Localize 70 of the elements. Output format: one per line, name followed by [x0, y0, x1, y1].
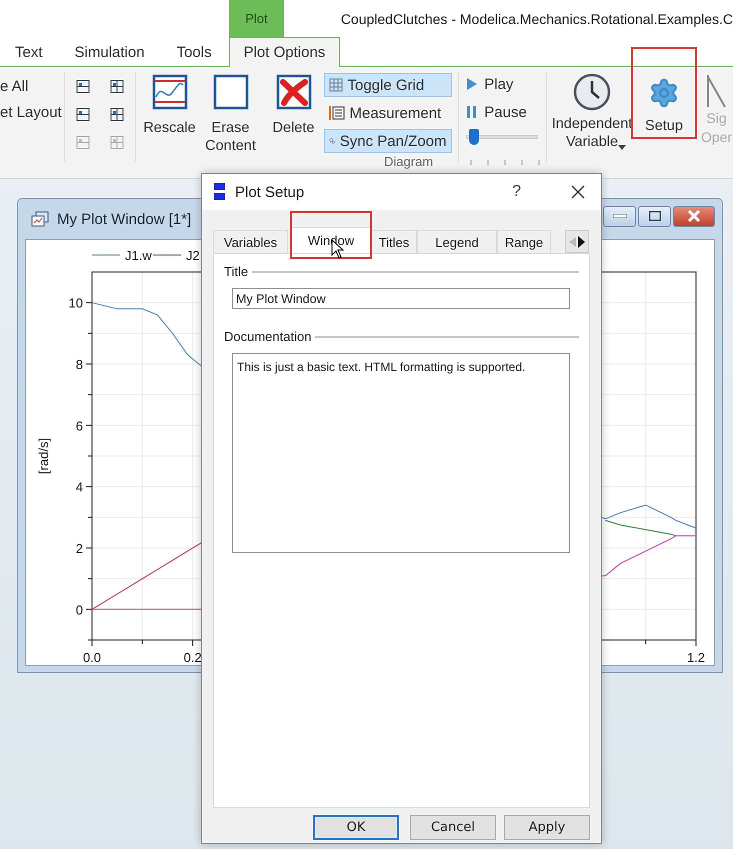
- play-button[interactable]: Play: [466, 73, 540, 95]
- maximize-icon: [648, 211, 660, 221]
- minimize-icon: [612, 214, 626, 218]
- caret-icon: [618, 145, 626, 150]
- dialog-tab[interactable]: Range: [497, 230, 551, 253]
- dialog-button[interactable]: Cancel: [410, 815, 496, 840]
- chart-icon: [704, 73, 728, 109]
- play-icon: [466, 78, 478, 90]
- layout-icon[interactable]: [108, 107, 125, 123]
- maximize-button[interactable]: [638, 206, 671, 226]
- section-label: Title: [224, 264, 248, 279]
- dialog-tab[interactable]: Titles: [371, 230, 417, 253]
- layout-icon[interactable]: [74, 107, 91, 123]
- documentation-field[interactable]: This is just a basic text. HTML formatting is supported.: [232, 353, 570, 553]
- close-icon[interactable]: [571, 185, 585, 199]
- y-tick-label: 10: [68, 296, 83, 311]
- group-label: Diagram: [384, 154, 434, 169]
- legend-item: J2: [152, 248, 200, 263]
- y-tick-label: 8: [76, 357, 83, 372]
- layout-icon[interactable]: [108, 79, 125, 95]
- close-icon: [687, 210, 701, 222]
- close-button[interactable]: [673, 206, 715, 226]
- ribbon-tab[interactable]: Text: [0, 37, 58, 67]
- section-label: Documentation: [224, 329, 312, 344]
- window-title: CoupledClutches - Modelica.Mechanics.Rotational.Examples.C: [340, 10, 733, 29]
- context-tab-label: Plot: [229, 0, 284, 37]
- legend-item: J1.w: [92, 248, 152, 263]
- measurement-icon: [328, 106, 344, 120]
- legend-label: J2: [186, 248, 200, 263]
- pause-icon: [466, 106, 478, 118]
- x-tick-label: 0.2: [184, 650, 202, 665]
- x-tick-label: 0.0: [82, 650, 102, 665]
- measure-toggle[interactable]: Measurement: [324, 101, 452, 125]
- plot-window-icon: [31, 211, 49, 227]
- tab-scroll-buttons[interactable]: [565, 230, 589, 253]
- dialog-button[interactable]: Apply: [504, 815, 590, 840]
- settings-icon: [648, 77, 680, 109]
- y-tick-label: 2: [76, 541, 83, 556]
- title-input[interactable]: My Plot Window: [232, 288, 570, 309]
- dialog-button[interactable]: OK: [313, 815, 399, 840]
- delete-button[interactable]: Delete: [264, 73, 324, 178]
- speed-slider[interactable]: [466, 129, 538, 146]
- slider-thumb[interactable]: [469, 129, 480, 145]
- help-button[interactable]: ?: [512, 183, 521, 201]
- y-tick-label: 4: [76, 480, 83, 495]
- ribbon-command[interactable]: e All: [0, 78, 58, 95]
- y-axis-label: [rad/s]: [36, 438, 51, 474]
- grid-toggle[interactable]: Toggle Grid: [324, 73, 452, 97]
- independent-variable-button[interactable]: Independent Variable: [553, 73, 631, 178]
- dialog-title: Plot Setup: [235, 184, 304, 200]
- ribbon-tab[interactable]: Plot Options: [228, 37, 340, 67]
- ribbon-tab[interactable]: Simulation: [60, 37, 160, 67]
- clock-icon: [573, 73, 611, 111]
- ribbon-tab[interactable]: Tools: [162, 37, 227, 67]
- plot-window-title: My Plot Window [1*]: [57, 210, 192, 228]
- dialog-tab[interactable]: Legend: [417, 230, 497, 253]
- rescale-button[interactable]: Rescale: [142, 73, 198, 178]
- minimize-button[interactable]: [603, 206, 636, 226]
- y-tick-label: 6: [76, 418, 83, 434]
- x-tick-label: 1.2: [686, 650, 706, 665]
- sync-toggle[interactable]: Sync Pan/Zoom: [324, 129, 452, 153]
- erase-button[interactable]: Erase Content: [198, 73, 264, 178]
- legend-label: J1.w: [125, 248, 152, 263]
- y-tick-label: 0: [76, 602, 83, 618]
- grid-icon: [328, 78, 342, 92]
- app-icon: [214, 183, 225, 201]
- layout-icon[interactable]: [74, 79, 91, 95]
- setup-button[interactable]: Setup: [631, 47, 697, 139]
- dialog-tab[interactable]: Variables: [213, 230, 288, 253]
- pause-button[interactable]: Pause: [466, 101, 540, 123]
